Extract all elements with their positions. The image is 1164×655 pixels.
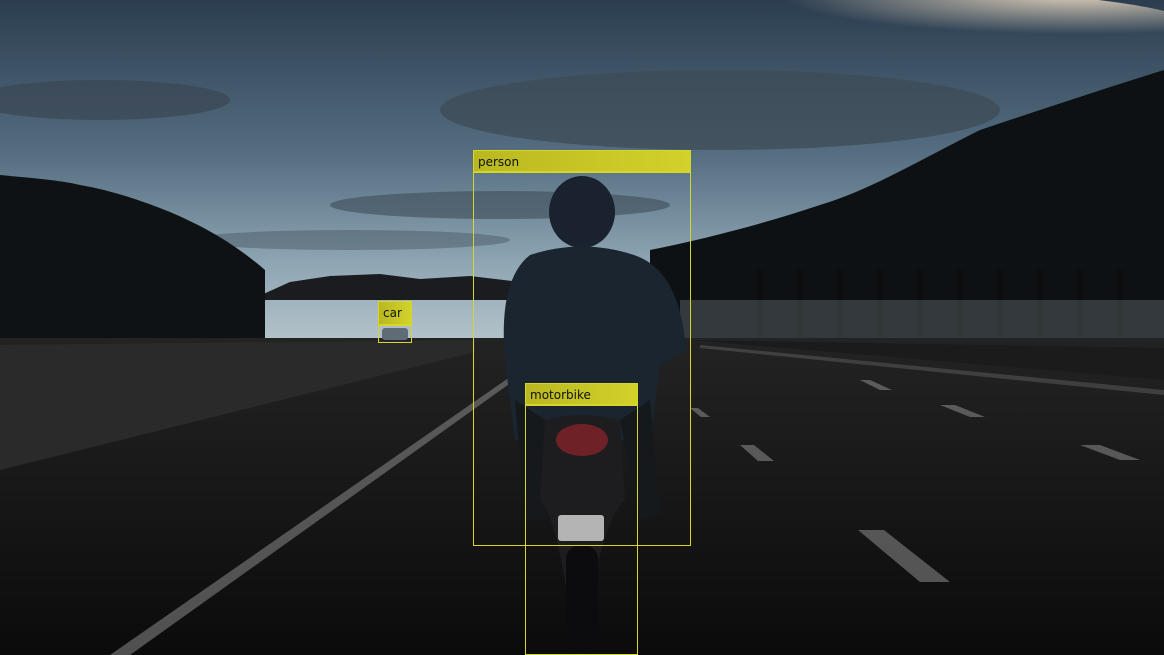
car-detection-label: car	[378, 301, 412, 325]
motorbike-bounding-box	[525, 405, 638, 655]
motorbike-detection-label: motorbike	[525, 383, 638, 405]
cloud	[190, 230, 510, 250]
cloud	[440, 70, 1000, 150]
car-bounding-box	[378, 325, 412, 343]
person-detection-label: person	[473, 150, 691, 172]
